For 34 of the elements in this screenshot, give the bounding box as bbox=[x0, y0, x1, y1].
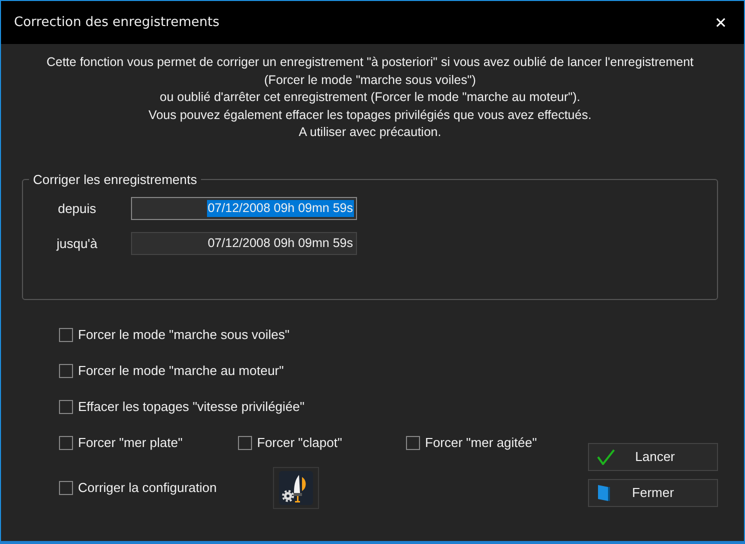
checkbox-option[interactable]: Forcer le mode "marche sous voiles" bbox=[59, 316, 537, 352]
description-text: Vous pouvez également effacer les topages privilégiés que vous avez effectués. bbox=[148, 106, 592, 124]
description-text: Cette fonction vous permet de corriger un enregistrement "à posteriori" si vous avez oublié de lancer l'enregistrement bbox=[45, 54, 694, 71]
description-text: ou oublié d'arrêter cet enregistrement (Forcer le mode "marche au moteur"). bbox=[158, 89, 582, 106]
close-button[interactable]: ✕ bbox=[698, 1, 744, 44]
checkbox[interactable] bbox=[59, 400, 73, 414]
checkbox-option[interactable]: Corriger la configuration bbox=[59, 470, 273, 506]
window-title: Correction des enregistrements bbox=[14, 15, 220, 30]
checkbox[interactable] bbox=[59, 328, 73, 342]
close-window-button[interactable]: Fermer bbox=[588, 478, 718, 506]
checkbox-option[interactable]: Forcer "clapot" bbox=[238, 424, 406, 460]
checkbox-option[interactable]: Forcer "mer plate" bbox=[59, 424, 238, 460]
description-text: (Forcer le mode "marche sous voiles") bbox=[263, 72, 477, 89]
checkbox[interactable] bbox=[406, 436, 420, 450]
description-text: A utiliser avec précaution. bbox=[298, 124, 442, 141]
checkbox[interactable] bbox=[59, 480, 73, 494]
field-label: depuis bbox=[56, 200, 98, 216]
checkbox-option[interactable]: Forcer le mode "marche au moteur" bbox=[59, 352, 537, 388]
run-button[interactable]: Lancer bbox=[588, 442, 718, 470]
door-icon bbox=[597, 484, 611, 502]
date-field[interactable]: 07/12/2008 09h 09mn 59s bbox=[131, 196, 357, 220]
group-title: Corriger les enregistrements bbox=[32, 172, 198, 186]
checkbox-option[interactable]: Effacer les topages "vitesse privilégiée" bbox=[59, 388, 537, 424]
checkbox-option[interactable]: Forcer "mer agitée" bbox=[406, 424, 537, 460]
field-label: jusqu'à bbox=[55, 236, 98, 250]
configuration-button[interactable] bbox=[273, 466, 319, 508]
checkbox[interactable] bbox=[59, 364, 73, 378]
date-field[interactable]: 07/12/2008 09h 09mn 59s bbox=[131, 232, 357, 254]
checkbox[interactable] bbox=[238, 436, 252, 450]
checkbox[interactable] bbox=[59, 436, 73, 450]
sailboat-gear-icon bbox=[279, 470, 313, 504]
field-value: 07/12/2008 09h 09mn 59s bbox=[206, 234, 354, 252]
checkmark-icon bbox=[597, 448, 615, 464]
field-value: 07/12/2008 09h 09mn 59s bbox=[206, 200, 354, 216]
